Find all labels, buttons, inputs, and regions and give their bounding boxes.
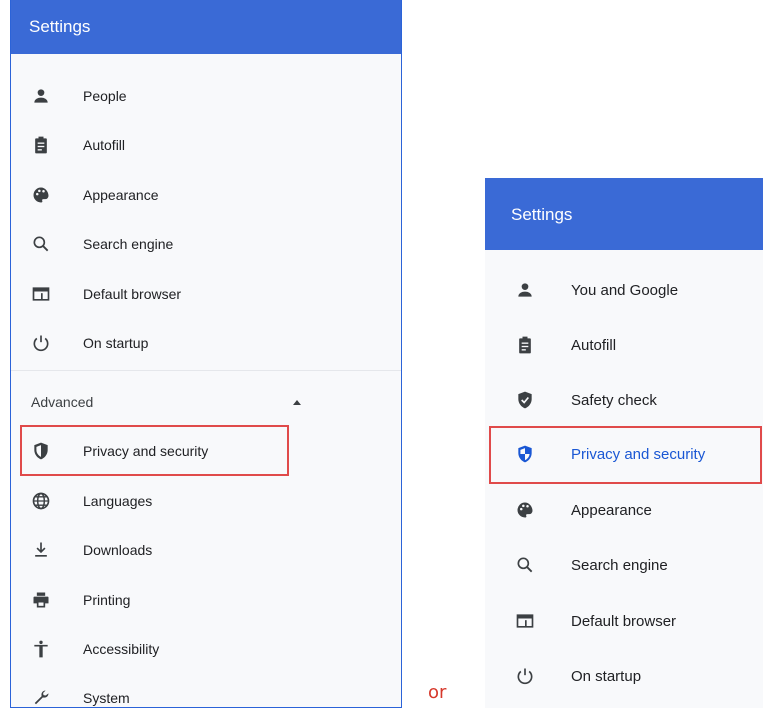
settings-header: Settings: [485, 178, 763, 250]
wrench-icon: [31, 688, 51, 707]
sidebar-item-label: Default browser: [571, 612, 677, 630]
power-icon: [515, 666, 535, 686]
sidebar-item-label: Languages: [83, 493, 153, 509]
sidebar-item-label: On startup: [83, 335, 149, 351]
sidebar-item-appearance[interactable]: Appearance: [485, 490, 763, 530]
printer-icon: [31, 590, 51, 610]
person-icon: [515, 280, 535, 300]
accessibility-icon: [31, 639, 51, 659]
palette-icon: [515, 500, 535, 520]
sidebar-item-appearance[interactable]: Appearance: [11, 175, 401, 215]
sidebar-item-languages[interactable]: Languages: [11, 481, 401, 521]
search-icon: [515, 555, 535, 575]
sidebar-item-search-engine[interactable]: Search engine: [485, 545, 763, 585]
sidebar-item-accessibility[interactable]: Accessibility: [11, 629, 401, 669]
power-icon: [31, 333, 51, 353]
sidebar-item-search-engine[interactable]: Search engine: [11, 224, 401, 264]
separator-text: or: [428, 682, 447, 703]
settings-header: Settings: [11, 0, 401, 54]
sidebar-item-label: People: [83, 88, 127, 104]
sidebar-item-label: Appearance: [83, 187, 159, 203]
browser-icon: [31, 284, 51, 304]
divider: [11, 370, 401, 371]
sidebar-item-people[interactable]: People: [11, 76, 401, 116]
sidebar-item-autofill[interactable]: Autofill: [485, 325, 763, 365]
settings-panel-left: Settings People Autofill Appearance Sear…: [10, 0, 402, 708]
advanced-section-toggle[interactable]: Advanced: [31, 387, 401, 417]
sidebar-item-printing[interactable]: Printing: [11, 580, 401, 620]
sidebar-item-label: Search engine: [571, 556, 668, 574]
sidebar-item-on-startup[interactable]: On startup: [485, 656, 763, 696]
caret-up-icon: [293, 399, 301, 405]
sidebar-item-default-browser[interactable]: Default browser: [11, 274, 401, 314]
sidebar-item-label: Autofill: [571, 336, 617, 354]
browser-icon: [515, 611, 535, 631]
advanced-label: Advanced: [31, 394, 94, 410]
person-icon: [31, 86, 51, 106]
search-icon: [31, 234, 51, 254]
sidebar-item-label: Search engine: [83, 236, 174, 252]
sidebar-item-autofill[interactable]: Autofill: [11, 125, 401, 165]
clipboard-icon: [515, 335, 535, 355]
sidebar-item-label: Safety check: [571, 391, 657, 409]
sidebar-item-label: Default browser: [83, 286, 182, 302]
sidebar-item-label: Accessibility: [83, 641, 160, 657]
sidebar-item-you-and-google[interactable]: You and Google: [485, 270, 763, 310]
clipboard-icon: [31, 135, 51, 155]
globe-icon: [31, 491, 51, 511]
shield-check-icon: [515, 390, 535, 410]
sidebar-item-label: Printing: [83, 592, 131, 608]
palette-icon: [31, 185, 51, 205]
sidebar-item-system[interactable]: System: [11, 678, 401, 707]
sidebar-item-label: Autofill: [83, 137, 126, 153]
sidebar-item-label: System: [83, 690, 130, 706]
highlight-box: [489, 426, 762, 484]
sidebar-item-label: You and Google: [571, 281, 679, 299]
sidebar-item-default-browser[interactable]: Default browser: [485, 601, 763, 641]
sidebar-item-label: Downloads: [83, 542, 153, 558]
sidebar-item-label: On startup: [571, 667, 642, 685]
highlight-box: [20, 425, 289, 476]
sidebar-item-safety-check[interactable]: Safety check: [485, 380, 763, 420]
sidebar-item-downloads[interactable]: Downloads: [11, 530, 401, 570]
download-icon: [31, 540, 51, 560]
sidebar-item-label: Appearance: [571, 501, 652, 519]
sidebar-item-on-startup[interactable]: On startup: [11, 323, 401, 363]
